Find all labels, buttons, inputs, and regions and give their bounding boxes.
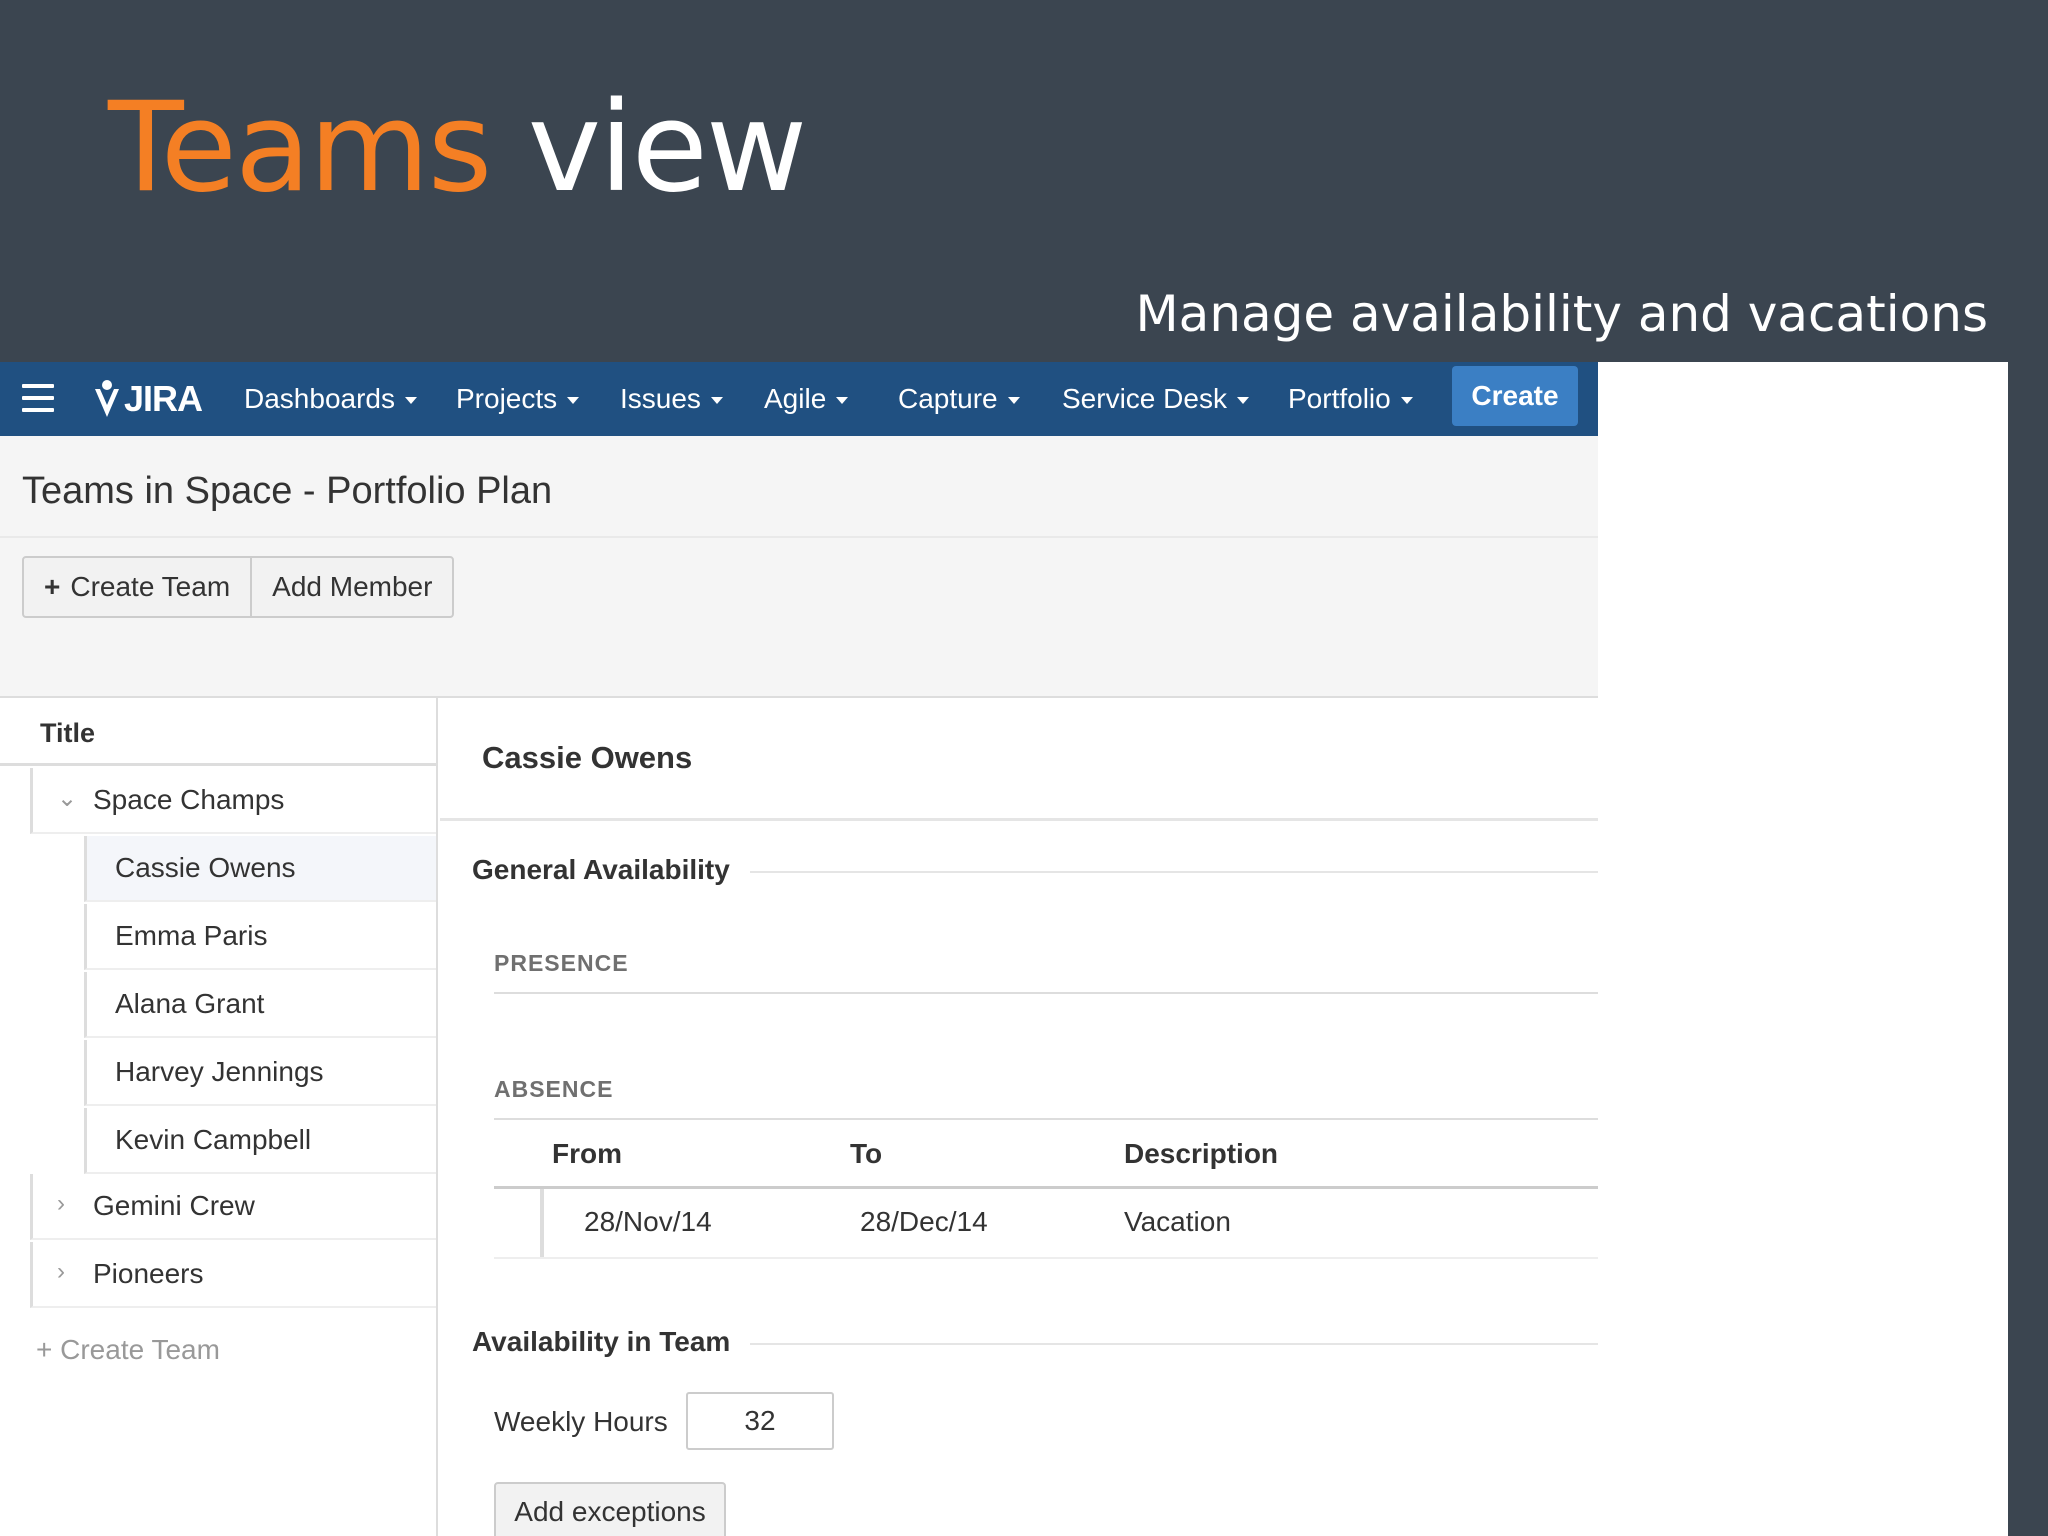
tree-header: Title	[0, 698, 436, 766]
page-header: Teams in Space - Portfolio Plan + Create …	[0, 436, 1598, 698]
absence-header-divider	[494, 1186, 1598, 1189]
nav-projects[interactable]: Projects	[456, 362, 580, 436]
caret-down-icon	[836, 397, 849, 405]
jira-logo-icon	[95, 380, 119, 417]
caret-down-icon	[1007, 397, 1020, 405]
tree-header-title: Title	[40, 718, 96, 748]
tree-team-space-champs[interactable]: ⌄ Space Champs	[30, 768, 436, 834]
caret-down-icon	[404, 397, 417, 405]
top-navbar: JIRA Dashboards Projects Issues Agile Ca…	[0, 362, 1598, 436]
nav-dashboards[interactable]: Dashboards	[244, 362, 417, 436]
section-rule	[740, 871, 1598, 873]
general-availability-title: General Availability	[472, 854, 750, 886]
absence-description-value: Vacation	[1124, 1206, 1231, 1237]
page-title: Teams in Space - Portfolio Plan	[22, 470, 553, 512]
caret-down-icon	[710, 397, 723, 405]
nav-issues[interactable]: Issues	[620, 362, 723, 436]
weekly-hours-input[interactable]: 32	[686, 1392, 834, 1450]
nav-issues-label: Issues	[620, 383, 701, 414]
jira-screenshot: JIRA Dashboards Projects Issues Agile Ca…	[0, 362, 1598, 1536]
tree-member-label: Alana Grant	[115, 988, 265, 1019]
absence-col-description[interactable]: Description	[1124, 1138, 1278, 1170]
absence-row-marker	[540, 1189, 544, 1257]
section-rule	[740, 1343, 1598, 1345]
nav-portfolio[interactable]: Portfolio	[1288, 362, 1413, 436]
tree-team-label: Space Champs	[93, 784, 285, 815]
nav-capture[interactable]: Capture	[898, 362, 1020, 436]
absence-divider	[494, 1118, 1598, 1120]
nav-projects-label: Projects	[456, 383, 558, 414]
header-divider	[0, 536, 1598, 538]
slide-title: Teams view	[108, 76, 808, 220]
absence-from-value: 28/Nov/14	[584, 1206, 712, 1237]
weekly-hours-label: Weekly Hours	[494, 1406, 668, 1437]
presence-label: PRESENCE	[494, 950, 629, 976]
toolbar-button-group: + Create Team Add Member	[22, 556, 455, 618]
tree-team-label: Pioneers	[93, 1258, 204, 1289]
app-switcher-icon[interactable]	[22, 384, 54, 412]
caret-down-icon	[1400, 397, 1413, 405]
plus-icon: +	[44, 571, 61, 602]
nav-service-desk-label: Service Desk	[1062, 383, 1227, 414]
chevron-right-icon[interactable]: ›	[57, 1258, 65, 1286]
absence-col-to[interactable]: To	[850, 1138, 882, 1170]
tree-team-pioneers[interactable]: › Pioneers	[30, 1242, 436, 1308]
nav-capture-label: Capture	[898, 383, 998, 414]
absence-to-value: 28/Dec/14	[860, 1206, 988, 1237]
slide-subtitle: Manage availability and vacations	[1135, 285, 1988, 343]
tree-member-label: Kevin Campbell	[115, 1124, 312, 1155]
slide-title-rest: view	[527, 76, 808, 220]
slide-title-accent: Teams	[108, 76, 492, 220]
details-divider	[440, 818, 1598, 821]
caret-down-icon	[567, 397, 580, 405]
member-name: Cassie Owens	[482, 740, 693, 775]
chevron-right-icon[interactable]: ›	[57, 1190, 65, 1218]
presence-divider	[494, 992, 1598, 994]
jira-logo[interactable]: JIRA	[92, 374, 203, 424]
create-team-label: Create Team	[70, 571, 231, 602]
absence-row-divider	[494, 1257, 1598, 1259]
tree-team-label: Gemini Crew	[93, 1190, 255, 1221]
member-details: Cassie Owens General Availability PRESEN…	[440, 698, 1598, 1536]
slide-white-panel	[1598, 362, 2008, 1536]
tree-member-label: Emma Paris	[115, 920, 268, 951]
create-team-button[interactable]: + Create Team	[24, 558, 250, 616]
tree-member-label: Harvey Jennings	[115, 1056, 324, 1087]
tree-member-harvey-jennings[interactable]: Harvey Jennings	[84, 1040, 436, 1106]
create-team-link[interactable]: + Create Team	[36, 1334, 220, 1366]
chevron-down-icon[interactable]: ⌄	[57, 784, 77, 813]
create-button[interactable]: Create	[1452, 366, 1578, 426]
team-tree: Title ⌄ Space Champs Cassie Owens Emma P…	[0, 698, 438, 1536]
add-exceptions-button[interactable]: Add exceptions	[494, 1482, 726, 1536]
tree-member-alana-grant[interactable]: Alana Grant	[84, 972, 436, 1038]
tree-team-gemini-crew[interactable]: › Gemini Crew	[30, 1174, 436, 1240]
tree-member-cassie-owens[interactable]: Cassie Owens	[84, 836, 436, 902]
nav-portfolio-label: Portfolio	[1288, 383, 1391, 414]
tree-member-emma-paris[interactable]: Emma Paris	[84, 904, 436, 970]
nav-agile[interactable]: Agile	[764, 362, 849, 436]
nav-dashboards-label: Dashboards	[244, 383, 395, 414]
tree-member-kevin-campbell[interactable]: Kevin Campbell	[84, 1108, 436, 1174]
tree-member-label: Cassie Owens	[115, 852, 296, 883]
nav-service-desk[interactable]: Service Desk	[1062, 362, 1249, 436]
availability-in-team-title: Availability in Team	[472, 1326, 751, 1358]
add-member-button[interactable]: Add Member	[250, 558, 452, 616]
slide-right-strip	[2008, 0, 2048, 1536]
absence-col-from[interactable]: From	[552, 1138, 622, 1170]
absence-label: ABSENCE	[494, 1076, 614, 1102]
jira-logo-text: JIRA	[124, 378, 203, 419]
nav-agile-label: Agile	[764, 383, 827, 414]
caret-down-icon	[1236, 397, 1249, 405]
